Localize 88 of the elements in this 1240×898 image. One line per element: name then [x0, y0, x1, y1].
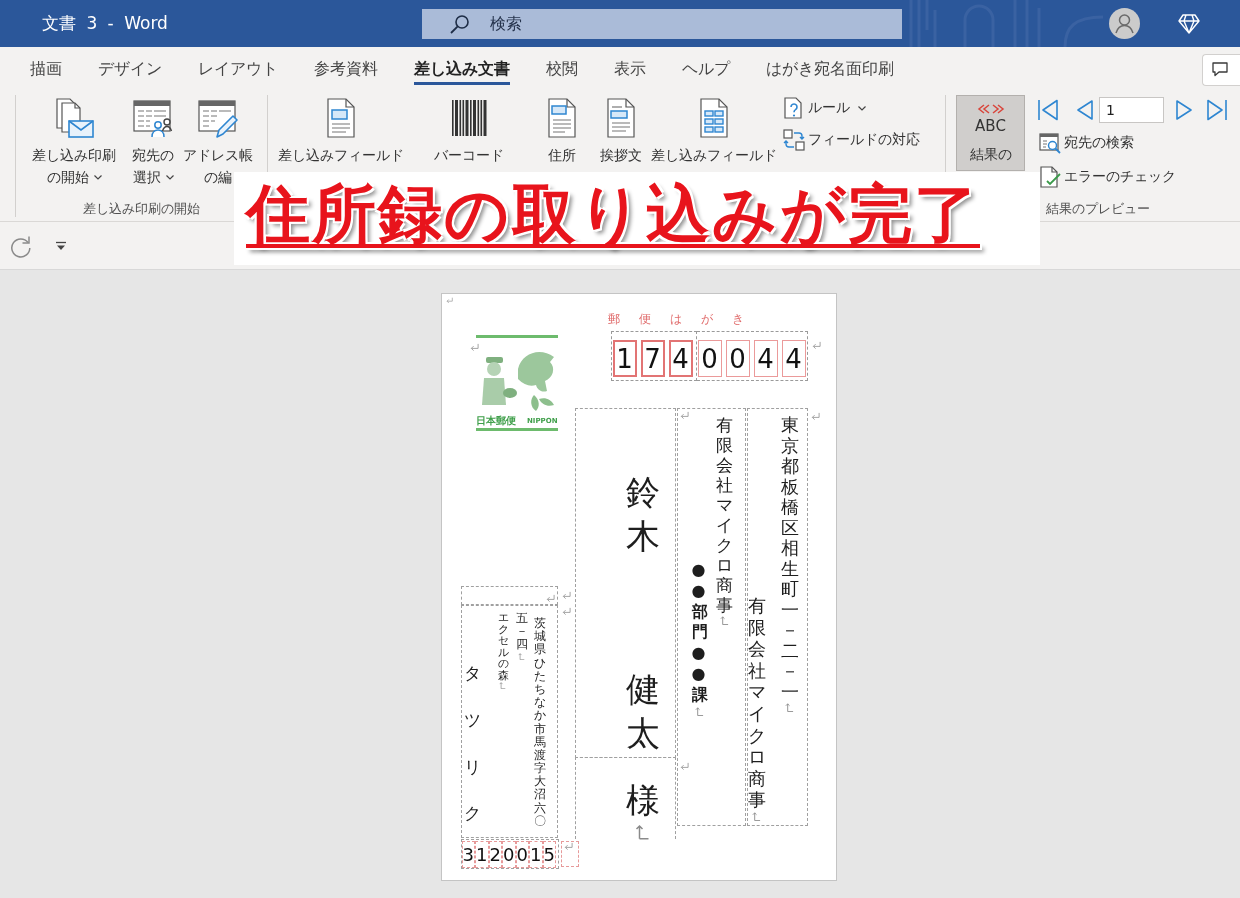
paragraph-mark-icon [499, 682, 507, 690]
paragraph-mark-icon [719, 616, 729, 626]
insert-merge-field-button[interactable]: 差し込みフィールド [649, 95, 779, 167]
ribbon-tab[interactable]: ヘルプ [664, 47, 748, 92]
postal-code-digit: 0 [502, 840, 516, 868]
sender-address-line: 茨城県ひたちなか市馬渡字大沼六〇 [533, 617, 546, 828]
postal-code-digit: 1 [612, 340, 637, 377]
swap-arrows-icon [783, 129, 805, 151]
paragraph-mark-icon [635, 824, 650, 841]
paragraph-mark-icon [810, 412, 820, 421]
window-title: 文書 3 - Word [42, 12, 169, 35]
skip-to-first-icon[interactable] [1037, 98, 1059, 122]
ribbon-tab[interactable]: デザイン [80, 47, 180, 92]
postal-code-digit: 0 [515, 840, 529, 868]
paragraph-mark-icon [561, 607, 571, 616]
paragraph-mark-icon [679, 762, 689, 771]
comments-button[interactable] [1202, 53, 1240, 86]
postal-code-digit: 1 [529, 840, 543, 868]
postal-code-digit: 2 [488, 840, 502, 868]
paragraph-mark-icon [752, 811, 761, 821]
sender-name: タツリク [463, 662, 481, 826]
paragraph-mark-icon [679, 411, 689, 420]
postal-code-digit: 3 [461, 840, 475, 868]
postal-code-digit: 0 [725, 340, 750, 377]
barcode-field-button[interactable]: バーコード [407, 95, 531, 167]
ribbon-tab[interactable]: 表示 [596, 47, 664, 92]
postal-code-digit: 1 [475, 840, 489, 868]
sender-company: エクセルの森 [497, 612, 508, 682]
select-recipients-button[interactable]: 宛先の 選択 [128, 95, 178, 189]
sender-house-number: 五－四 [515, 612, 528, 652]
skip-to-last-icon[interactable] [1206, 98, 1228, 122]
check-errors-button[interactable]: エラーのチェック [1037, 160, 1228, 194]
recipient-company-line: 有限会社マイクロ商事 [715, 415, 733, 616]
ribbon-tab[interactable]: 描画 [12, 47, 80, 92]
record-number-field[interactable]: 1 [1099, 97, 1164, 123]
address-block-button[interactable]: 住所 [531, 95, 593, 167]
documents-envelope-icon [54, 98, 94, 138]
postal-code-digit: 0 [697, 340, 722, 377]
recipient-department-line: ●●部門●●課 [691, 560, 708, 706]
paragraph-mark-icon [561, 591, 571, 600]
ribbon-tab[interactable]: 参考資料 [296, 47, 396, 92]
preview-results-button[interactable]: ABC 結果の [956, 95, 1025, 171]
paragraph-mark-icon [445, 297, 453, 304]
table-magnifier-icon [1039, 132, 1061, 154]
customize-dropdown-icon[interactable] [55, 240, 67, 251]
ribbon-tab[interactable]: レイアウト [180, 47, 296, 92]
paragraph-mark-icon [785, 703, 794, 713]
postal-code-digit: 4 [753, 340, 778, 377]
paragraph-mark-icon [469, 343, 479, 352]
match-fields-button[interactable]: フィールドの対応 [781, 124, 922, 156]
diamond-icon[interactable] [1178, 13, 1200, 34]
postal-code-digit: 7 [640, 340, 665, 377]
chevrons-icon [976, 104, 1005, 114]
postal-code-digit: 4 [668, 340, 693, 377]
stamp-text: 日本郵便 [475, 415, 516, 427]
paragraph-mark-icon [695, 706, 704, 716]
recipient-address-line: 有限会社マイクロ商事 [747, 595, 766, 811]
paragraph-mark-icon [518, 652, 525, 660]
comment-icon [1212, 62, 1228, 77]
barcode-icon [449, 98, 489, 138]
search-field[interactable]: 検索 [422, 8, 902, 39]
ribbon-tab[interactable]: はがき宛名面印刷 [748, 47, 912, 92]
ribbon-group-label: 差し込み印刷の開始 [82, 201, 201, 217]
honorific: 様 [625, 779, 660, 822]
table-pencil-icon [198, 98, 238, 138]
recipient-family-name: 鈴木 [625, 471, 660, 559]
postal-code-digit: 5 [542, 840, 556, 868]
ribbon-group-label: 結果のプレビュー [1045, 201, 1151, 217]
postal-code-digit: 4 [781, 340, 806, 377]
search-icon [450, 13, 470, 34]
paragraph-mark-icon [545, 594, 555, 603]
recipient-address-line: 東京都板橋区相生町一－二－一 [780, 415, 799, 703]
start-mail-merge-button[interactable]: 差し込み印刷 の開始 [20, 95, 128, 189]
rules-button[interactable]: ルール [781, 92, 922, 124]
document-question-icon [783, 97, 805, 119]
empty-postal-slot [560, 841, 579, 867]
highlight-fields-button[interactable]: 差し込みフィールド [275, 95, 407, 167]
find-recipient-button[interactable]: 宛先の検索 [1037, 126, 1228, 160]
avatar-icon[interactable] [1109, 8, 1140, 39]
greeting-line-button[interactable]: 挨拶文 [593, 95, 649, 167]
table-people-icon [133, 98, 173, 138]
paragraph-mark-icon [811, 341, 821, 350]
recipient-given-name: 健太 [625, 668, 660, 756]
ribbon-tab[interactable]: 校閲 [528, 47, 596, 92]
annotation-text: 住所録の取り込みが完了 [246, 181, 980, 253]
postcard-heading: 郵便はがき [607, 312, 763, 327]
ribbon-tab[interactable]: 差し込み文書 [396, 47, 528, 92]
paragraph-mark-icon [563, 842, 573, 851]
